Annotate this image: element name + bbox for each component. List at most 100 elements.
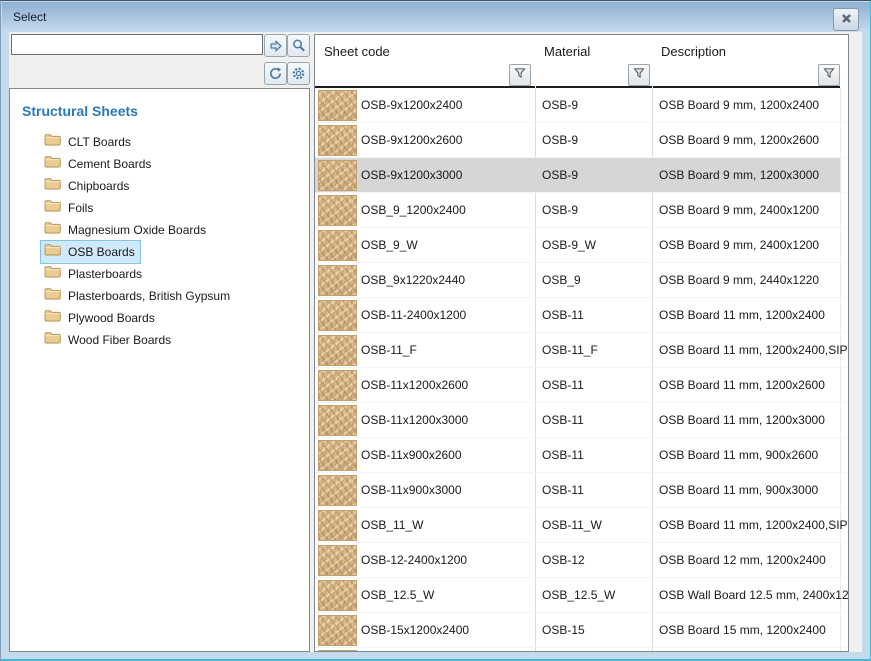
table-row[interactable]: OSB-15x1200x2600 OSB-15 OSB Board 15 mm,… [315,648,848,652]
table-row[interactable]: OSB_9_1200x2400 OSB-9 OSB Board 9 mm, 24… [315,193,848,228]
osb-texture-thumbnail [318,195,357,226]
tree-item[interactable]: Plasterboards, British Gypsum [10,285,309,307]
osb-texture-thumbnail [318,580,357,611]
table-row[interactable]: OSB-15x1200x2400 OSB-15 OSB Board 15 mm,… [315,613,848,648]
cell-description: OSB Board 11 mm, 900x3000 [659,473,818,507]
refresh-icon [268,66,283,81]
osb-texture-thumbnail [318,510,357,541]
tree-item-label: CLT Boards [68,135,131,149]
table-row[interactable]: OSB-11x1200x3000 OSB-11 OSB Board 11 mm,… [315,403,848,438]
column-header-sheet-code[interactable]: Sheet code [324,44,390,59]
tree-item-label: Wood Fiber Boards [68,333,171,347]
cell-sheet-code: OSB-9x1200x2400 [361,88,462,122]
cell-description: OSB Board 15 mm, 1200x2400 [659,613,826,647]
cell-material: OSB-15 [542,648,585,652]
search-button[interactable] [287,34,310,57]
cell-description: OSB Board 11 mm, 1200x2600 [659,368,825,402]
settings-button[interactable] [287,62,310,85]
folder-icon [44,331,61,349]
cell-material: OSB_12.5_W [542,578,615,612]
refresh-button[interactable] [264,62,287,85]
title-bar[interactable]: Select [2,2,870,32]
cell-description: OSB Board 9 mm, 2440x1220 [659,263,819,297]
filter-button-material[interactable] [628,64,650,86]
folder-icon [44,155,61,173]
folder-icon [44,177,61,195]
table-row[interactable]: OSB-11-2400x1200 OSB-11 OSB Board 11 mm,… [315,298,848,333]
column-header-description[interactable]: Description [661,44,726,59]
tree-item[interactable]: Cement Boards [10,153,309,175]
cell-sheet-code: OSB-9x1200x2600 [361,123,462,157]
cell-sheet-code: OSB_9_W [361,228,418,262]
cell-description: OSB Board 9 mm, 1200x3000 [659,158,819,192]
cell-description: OSB Board 9 mm, 1200x2600 [659,123,819,157]
table-header: Sheet code Material Description [315,35,848,88]
folder-icon [44,287,61,305]
table-row[interactable]: OSB_11_W OSB-11_W OSB Board 11 mm, 1200x… [315,508,848,543]
cell-sheet-code: OSB-11x900x2600 [361,438,462,472]
cell-sheet-code: OSB_9_1200x2400 [361,193,466,227]
cell-material: OSB-11 [542,438,584,472]
tree-item[interactable]: Plywood Boards [10,307,309,329]
funnel-icon [633,66,645,84]
osb-texture-thumbnail [318,615,357,646]
tree-item[interactable]: Foils [10,197,309,219]
tree-item[interactable]: Plasterboards [10,263,309,285]
cell-sheet-code: OSB-15x1200x2600 [361,648,469,652]
window-title: Select [13,10,46,24]
close-button[interactable] [833,8,859,31]
table-row[interactable]: OSB_9x1220x2440 OSB_9 OSB Board 9 mm, 24… [315,263,848,298]
cell-material: OSB-9 [542,88,578,122]
cell-material: OSB-11 [542,473,584,507]
cell-sheet-code: OSB-11x900x3000 [361,473,462,507]
cell-material: OSB-15 [542,613,585,647]
tree-item[interactable]: Wood Fiber Boards [10,329,309,351]
osb-texture-thumbnail [318,475,357,506]
tree-item-label: Plasterboards, British Gypsum [68,289,230,303]
tree-item[interactable]: OSB Boards [10,241,309,263]
table-row[interactable]: OSB-11_F OSB-11_F OSB Board 11 mm, 1200x… [315,333,848,368]
table-row[interactable]: OSB-11x900x2600 OSB-11 OSB Board 11 mm, … [315,438,848,473]
table-row[interactable]: OSB-9x1200x3000 OSB-9 OSB Board 9 mm, 12… [315,158,848,193]
cell-description: OSB Board 11 mm, 1200x2400 [659,298,825,332]
table-row[interactable]: OSB-12-2400x1200 OSB-12 OSB Board 12 mm,… [315,543,848,578]
cell-sheet-code: OSB-12-2400x1200 [361,543,467,577]
folder-icon [44,133,61,151]
table-row[interactable]: OSB_9_W OSB-9_W OSB Board 9 mm, 2400x120… [315,228,848,263]
tree-item-label: Magnesium Oxide Boards [68,223,206,237]
column-header-material[interactable]: Material [544,44,590,59]
cell-description: OSB Board 12 mm, 1200x2400 [659,543,826,577]
cell-material: OSB-12 [542,543,585,577]
category-tree-panel: Structural Sheets CLT Boards Cement Boar… [9,88,310,652]
cell-material: OSB-11 [542,403,584,437]
funnel-icon [823,66,835,84]
tree-item-label: Foils [68,201,93,215]
funnel-icon [514,66,526,84]
tree-item[interactable]: Chipboards [10,175,309,197]
tree-item-label: Chipboards [68,179,129,193]
tree-item[interactable]: CLT Boards [10,131,309,153]
cell-sheet-code: OSB_9x1220x2440 [361,263,465,297]
arrow-right-icon [268,38,284,54]
table-row[interactable]: OSB-11x1200x2600 OSB-11 OSB Board 11 mm,… [315,368,848,403]
cell-material: OSB-9 [542,123,578,157]
cell-description: OSB Board 9 mm, 2400x1200 [659,193,819,227]
cell-description: OSB Board 9 mm, 1200x2400 [659,88,819,122]
table-row[interactable]: OSB-9x1200x2600 OSB-9 OSB Board 9 mm, 12… [315,123,848,158]
osb-texture-thumbnail [318,265,357,296]
cell-sheet-code: OSB_11_W [361,508,423,542]
go-button[interactable] [264,34,287,57]
tree-items: CLT Boards Cement Boards Chipboards [10,131,309,351]
filter-button-description[interactable] [818,64,840,86]
cell-material: OSB_9 [542,263,581,297]
search-input[interactable] [11,34,263,55]
filter-button-sheet-code[interactable] [509,64,531,86]
table-row[interactable]: OSB_12.5_W OSB_12.5_W OSB Wall Board 12.… [315,578,848,613]
folder-icon [44,309,61,327]
tree-item-label: Plywood Boards [68,311,155,325]
tree-item[interactable]: Magnesium Oxide Boards [10,219,309,241]
cell-material: OSB-9 [542,158,578,192]
folder-icon [44,243,61,261]
table-row[interactable]: OSB-9x1200x2400 OSB-9 OSB Board 9 mm, 12… [315,88,848,123]
table-row[interactable]: OSB-11x900x3000 OSB-11 OSB Board 11 mm, … [315,473,848,508]
